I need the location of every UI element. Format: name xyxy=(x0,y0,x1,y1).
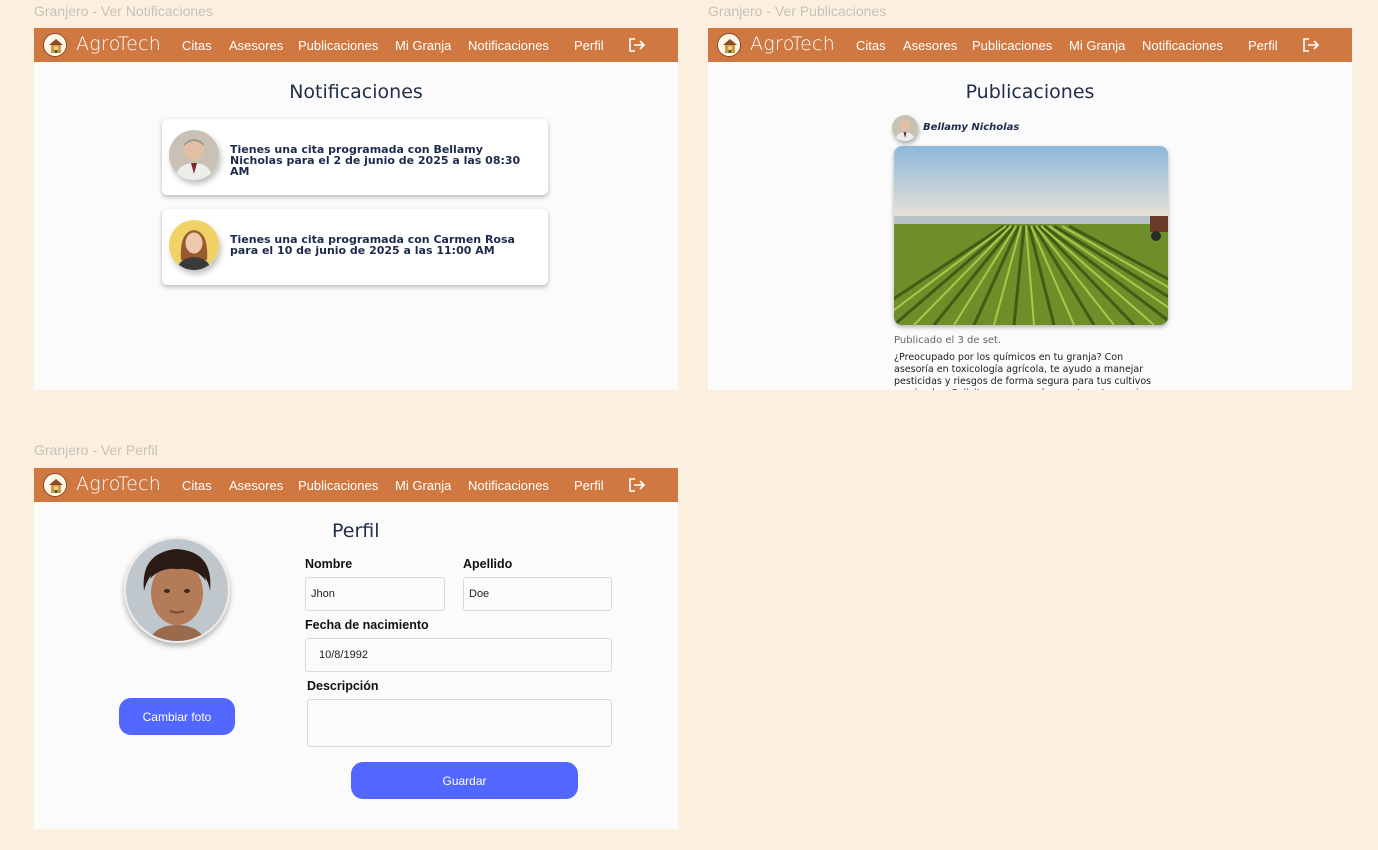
navbar: AgroTech Citas Asesores Publicaciones Mi… xyxy=(34,468,678,502)
post-author[interactable]: Bellamy Nicholas xyxy=(923,122,1019,133)
navbar: AgroTech Citas Asesores Publicaciones Mi… xyxy=(34,28,678,62)
change-photo-button[interactable]: Cambiar foto xyxy=(119,698,235,735)
nav-item-perfil[interactable]: Perfil xyxy=(574,478,604,493)
logout-icon[interactable] xyxy=(628,37,646,53)
nav-item-citas[interactable]: Citas xyxy=(182,38,212,53)
perfil-screen: AgroTech Citas Asesores Publicaciones Mi… xyxy=(34,468,678,829)
notification-text: Tienes una cita programada con Carmen Ro… xyxy=(230,233,515,257)
description-label: Descripción xyxy=(307,679,379,693)
nav-item-publicaciones[interactable]: Publicaciones xyxy=(972,38,1052,53)
nav-item-notificaciones[interactable]: Notificaciones xyxy=(468,38,549,53)
nav-item-perfil[interactable]: Perfil xyxy=(1248,38,1278,53)
advisor-avatar xyxy=(169,130,219,180)
first-name-label: Nombre xyxy=(305,557,353,571)
page-title: Notificaciones xyxy=(289,81,423,103)
last-name-field[interactable]: Doe xyxy=(463,577,612,611)
post-date: Publicado el 3 de set. xyxy=(894,335,1002,346)
page-title: Publicaciones xyxy=(965,81,1095,103)
nav-item-publicaciones[interactable]: Publicaciones xyxy=(298,38,378,53)
description-field[interactable] xyxy=(307,699,612,747)
nav-item-citas[interactable]: Citas xyxy=(182,478,212,493)
profile-avatar xyxy=(124,537,230,643)
nav-item-citas[interactable]: Citas xyxy=(856,38,886,53)
farmer-logo-icon[interactable] xyxy=(717,33,741,57)
post-image[interactable] xyxy=(894,146,1168,325)
page-title: Perfil xyxy=(332,520,380,542)
nav-item-notificaciones[interactable]: Notificaciones xyxy=(1142,38,1223,53)
author-avatar[interactable] xyxy=(892,115,918,141)
brand-name[interactable]: AgroTech xyxy=(76,473,161,495)
last-name-label: Apellido xyxy=(463,557,513,571)
nav-item-publicaciones[interactable]: Publicaciones xyxy=(298,478,378,493)
notification-card[interactable]: Tienes una cita programada con Carmen Ro… xyxy=(162,209,548,285)
save-button[interactable]: Guardar xyxy=(351,762,578,799)
frame-label-perfil: Granjero - Ver Perfil xyxy=(34,442,158,458)
publicaciones-screen: AgroTech Citas Asesores Publicaciones Mi… xyxy=(708,28,1352,390)
advisor-avatar xyxy=(169,220,219,270)
brand-name[interactable]: AgroTech xyxy=(750,33,835,55)
first-name-field[interactable]: Jhon xyxy=(305,577,445,611)
nav-item-perfil[interactable]: Perfil xyxy=(574,38,604,53)
birth-date-label: Fecha de nacimiento xyxy=(305,618,429,632)
logout-icon[interactable] xyxy=(1302,37,1320,53)
notification-text: Tienes una cita programada con Bellamy N… xyxy=(230,143,521,178)
farmer-logo-icon[interactable] xyxy=(43,33,67,57)
nav-item-mi-granja[interactable]: Mi Granja xyxy=(1069,38,1125,53)
nav-item-mi-granja[interactable]: Mi Granja xyxy=(395,478,451,493)
birth-date-field[interactable]: 10/8/1992 xyxy=(305,638,612,672)
notificaciones-screen: AgroTech Citas Asesores Publicaciones Mi… xyxy=(34,28,678,390)
notification-card[interactable]: Tienes una cita programada con Bellamy N… xyxy=(162,119,548,195)
post-body: ¿Preocupado por los químicos en tu granj… xyxy=(894,352,1152,390)
logout-icon[interactable] xyxy=(628,477,646,493)
farmer-logo-icon[interactable] xyxy=(43,473,67,497)
navbar: AgroTech Citas Asesores Publicaciones Mi… xyxy=(708,28,1352,62)
brand-name[interactable]: AgroTech xyxy=(76,33,161,55)
nav-item-asesores[interactable]: Asesores xyxy=(903,38,957,53)
frame-label-publicaciones: Granjero - Ver Publicaciones xyxy=(708,3,887,19)
nav-item-asesores[interactable]: Asesores xyxy=(229,38,283,53)
nav-item-asesores[interactable]: Asesores xyxy=(229,478,283,493)
nav-item-mi-granja[interactable]: Mi Granja xyxy=(395,38,451,53)
nav-item-notificaciones[interactable]: Notificaciones xyxy=(468,478,549,493)
frame-label-notificaciones: Granjero - Ver Notificaciones xyxy=(34,3,213,19)
